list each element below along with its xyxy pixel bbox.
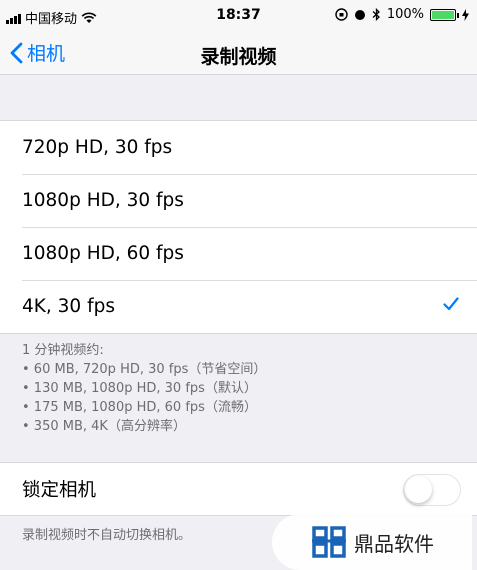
lock-camera-label: 锁定相机 bbox=[22, 480, 97, 501]
footnote-line: • 175 MB, 1080p HD, 60 fps（流畅） bbox=[22, 400, 257, 415]
alarm-icon bbox=[354, 10, 365, 20]
size-footnote: 1 分钟视频约: • 60 MB, 720p HD, 30 fps（节省空间） … bbox=[22, 341, 462, 436]
lock-camera-footnote: 录制视频时不自动切换相机。 bbox=[22, 528, 192, 543]
status-bar: 中国移动 18:37 100% bbox=[0, 0, 477, 33]
watermark-text: 鼎品软件 bbox=[354, 531, 434, 556]
status-right: 100% bbox=[335, 7, 469, 22]
battery-fill bbox=[432, 10, 454, 19]
option-1080p-60[interactable]: 1080p HD, 60 fps bbox=[0, 227, 477, 280]
option-4k-30[interactable]: 4K, 30 fps bbox=[0, 280, 477, 333]
charging-icon bbox=[462, 8, 469, 21]
lock-camera-row: 锁定相机 bbox=[0, 462, 477, 516]
watermark-logo: 鼎品软件 bbox=[272, 514, 472, 570]
footnote-line: • 130 MB, 1080p HD, 30 fps（默认） bbox=[22, 381, 257, 396]
resolution-options: 720p HD, 30 fps 1080p HD, 30 fps 1080p H… bbox=[0, 120, 477, 334]
toggle-knob bbox=[405, 476, 432, 503]
checkmark-icon bbox=[443, 297, 459, 311]
lock-camera-toggle[interactable] bbox=[403, 474, 461, 506]
option-label: 1080p HD, 30 fps bbox=[22, 190, 184, 211]
page-title: 录制视频 bbox=[200, 46, 277, 68]
option-720p-30[interactable]: 720p HD, 30 fps bbox=[0, 121, 477, 174]
footnote-line: • 350 MB, 4K（高分辨率） bbox=[22, 419, 186, 434]
bluetooth-icon bbox=[372, 8, 380, 21]
brand-logo-icon bbox=[312, 526, 346, 558]
battery-icon bbox=[430, 8, 459, 21]
footnote-heading: 1 分钟视频约: bbox=[22, 343, 104, 358]
option-label: 4K, 30 fps bbox=[22, 296, 115, 317]
option-1080p-30[interactable]: 1080p HD, 30 fps bbox=[0, 174, 477, 227]
footnote-line: • 60 MB, 720p HD, 30 fps（节省空间） bbox=[22, 362, 267, 377]
option-label: 1080p HD, 60 fps bbox=[22, 243, 184, 264]
nav-bar: 相机 录制视频 bbox=[0, 33, 477, 75]
orientation-lock-icon bbox=[335, 8, 348, 21]
battery-percent: 100% bbox=[386, 7, 424, 22]
option-label: 720p HD, 30 fps bbox=[22, 137, 173, 158]
